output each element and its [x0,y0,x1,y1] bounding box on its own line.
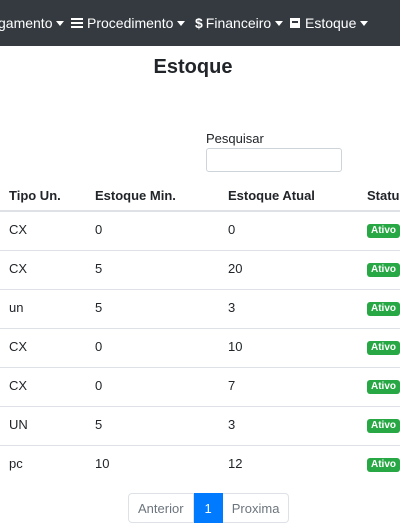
list-icon [71,18,83,29]
table-row[interactable]: pc 10 12 Ativo [0,445,400,484]
cell-tipo: un [9,300,24,315]
cell-tipo: pc [9,456,23,471]
nav-item-label: Procedimento [87,15,174,31]
table-row[interactable]: UN 5 3 Ativo [0,406,400,445]
caret-down-icon [56,20,65,26]
status-badge: Ativo [367,302,400,316]
table-row[interactable]: CX 0 7 Ativo [0,367,400,406]
page-title: Estoque [153,56,233,78]
table-body: CX 0 0 Ativo CX 5 20 Ativo un 5 3 Ativo … [0,212,400,484]
table-row[interactable]: CX 5 20 Ativo [0,250,400,289]
column-header[interactable]: Estoque Min. [95,188,176,203]
cell-estoque-atual: 20 [228,261,243,276]
table-header: Tipo Un. Estoque Min. Estoque Atual Stat… [0,180,400,212]
cell-estoque-atual: 3 [228,300,236,315]
column-header[interactable]: Tipo Un. [9,188,61,203]
cell-tipo: CX [9,378,28,393]
cell-estoque-min: 0 [95,339,103,354]
cell-estoque-min: 0 [95,222,103,237]
nav-item-label: Estoque [305,15,357,31]
table-row[interactable]: CX 0 0 Ativo [0,212,400,250]
nav-procedimento-dropdown[interactable]: Procedimento [71,0,186,46]
cell-tipo: UN [9,417,28,432]
status-badge: Ativo [367,380,400,394]
search-input[interactable] [206,148,342,172]
column-header[interactable]: Estoque Atual [228,188,315,203]
column-header[interactable]: Status [367,188,400,203]
cell-estoque-min: 5 [95,300,103,315]
cell-estoque-min: 5 [95,261,103,276]
status-badge: Ativo [367,458,400,472]
top-navbar: gamento Procedimento $ Financeiro Estoque [0,0,400,46]
current-page-button[interactable]: 1 [193,493,223,523]
cell-estoque-atual: 12 [228,456,243,471]
status-badge: Ativo [367,419,400,433]
status-badge: Ativo [367,263,400,277]
cell-estoque-atual: 10 [228,339,243,354]
cell-estoque-atual: 7 [228,378,236,393]
cell-tipo: CX [9,222,28,237]
cell-tipo: CX [9,339,28,354]
nav-agendamento-dropdown[interactable]: gamento [0,0,65,46]
previous-page-button[interactable]: Anterior [128,493,194,523]
table-row[interactable]: un 5 3 Ativo [0,289,400,328]
cell-estoque-atual: 0 [228,222,236,237]
nav-item-label: Financeiro [205,15,272,31]
cell-estoque-min: 5 [95,417,103,432]
cell-tipo: CX [9,261,28,276]
nav-financeiro-dropdown[interactable]: $ Financeiro [195,0,284,46]
box-icon [290,18,300,29]
cell-estoque-min: 10 [95,456,110,471]
caret-down-icon [360,20,369,26]
status-badge: Ativo [367,341,400,355]
search-label: Pesquisar [206,131,264,146]
table-row[interactable]: CX 0 10 Ativo [0,328,400,367]
caret-down-icon [275,20,284,26]
pagination: Anterior 1 Proxima [128,493,290,523]
nav-estoque-dropdown[interactable]: Estoque [290,0,369,46]
caret-down-icon [177,20,186,26]
status-badge: Ativo [367,224,400,238]
stock-table: Tipo Un. Estoque Min. Estoque Atual Stat… [0,180,400,484]
cell-estoque-min: 0 [95,378,103,393]
cell-estoque-atual: 3 [228,417,236,432]
nav-item-label: gamento [0,15,53,31]
dollar-icon: $ [195,15,203,31]
next-page-button[interactable]: Proxima [222,493,290,523]
